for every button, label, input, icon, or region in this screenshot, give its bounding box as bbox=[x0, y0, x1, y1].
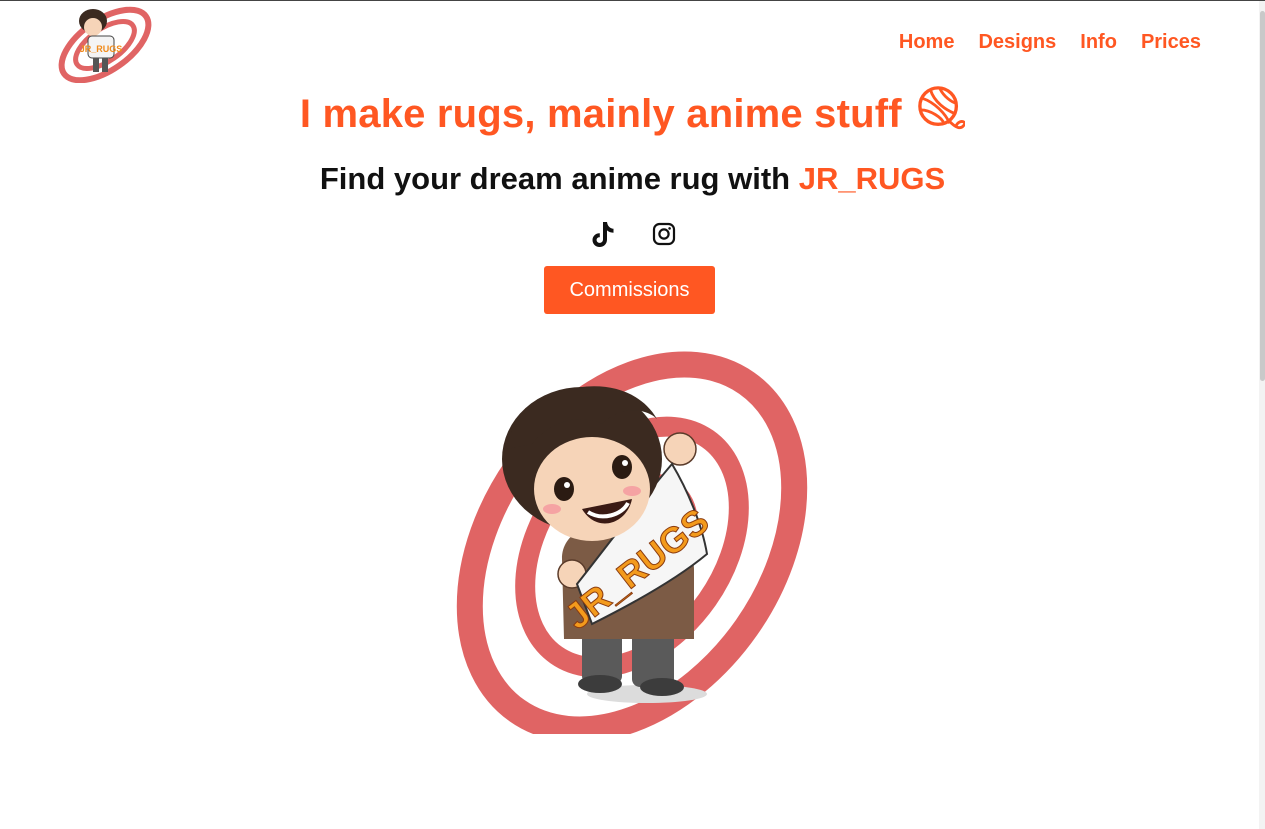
social-links bbox=[0, 219, 1265, 249]
jr-rugs-mascot-logo-icon: JR_RUGS bbox=[58, 6, 152, 84]
logo-rug-text: JR_RUGS bbox=[80, 44, 123, 54]
page-title: I make rugs, mainly anime stuff bbox=[0, 85, 1265, 143]
tiktok-link[interactable] bbox=[588, 219, 616, 249]
site-logo[interactable]: JR_RUGS bbox=[55, 5, 155, 84]
hero-title-text: I make rugs, mainly anime stuff bbox=[299, 92, 902, 136]
nav-designs[interactable]: Designs bbox=[978, 31, 1056, 54]
yarn-ball-icon bbox=[917, 85, 967, 143]
brand-name: JR_RUGS bbox=[798, 161, 946, 196]
nav-info[interactable]: Info bbox=[1080, 31, 1117, 54]
tiktok-icon bbox=[592, 222, 613, 247]
hero-subtitle: Find your dream anime rug with JR_RUGS bbox=[0, 161, 1265, 197]
nav-home[interactable]: Home bbox=[899, 31, 955, 54]
subtitle-text: Find your dream anime rug with bbox=[319, 161, 799, 196]
instagram-link[interactable] bbox=[650, 219, 678, 249]
main-nav: Home Designs Info Prices bbox=[899, 31, 1201, 54]
hero-illustration: JR_RUGS bbox=[432, 349, 832, 743]
commissions-button[interactable]: Commissions bbox=[544, 266, 715, 314]
jr-rugs-mascot-illustration: JR_RUGS bbox=[456, 351, 808, 743]
nav-prices[interactable]: Prices bbox=[1141, 31, 1201, 54]
instagram-icon bbox=[652, 222, 675, 246]
